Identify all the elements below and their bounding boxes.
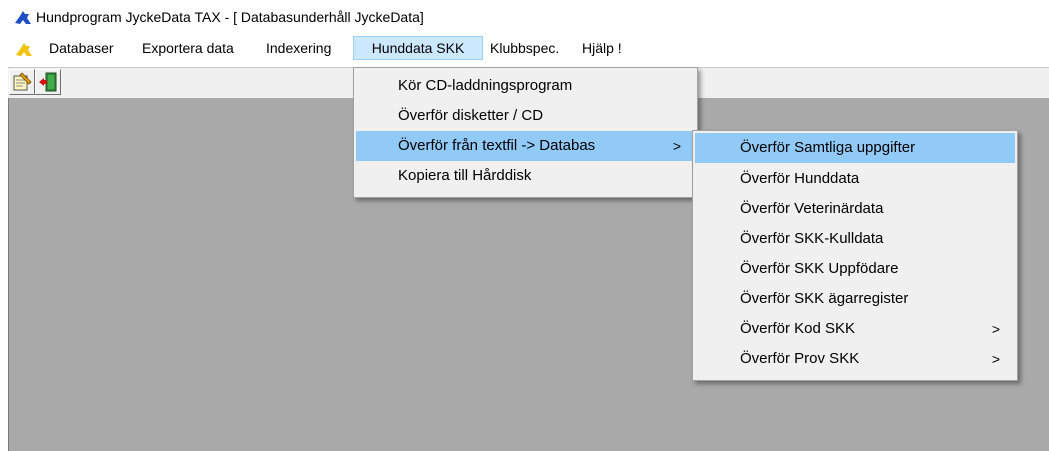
exit-button[interactable] — [35, 69, 61, 95]
menu-item-kor-cd-laddningsprogram[interactable]: Kör CD-laddningsprogram — [356, 71, 695, 101]
submenu-item-label: Överför SKK-Kulldata — [740, 230, 884, 247]
submenu-item-label: Överför Samtliga uppgifter — [740, 139, 916, 156]
yellow-child-window-icon[interactable] — [15, 41, 33, 57]
submenu-arrow-icon: > — [991, 351, 1000, 367]
submenu-item-hunddata[interactable]: Överför Hunddata — [695, 164, 1015, 194]
notepad-pen-icon — [13, 72, 32, 91]
submenu-item-samtliga-uppgifter[interactable]: Överför Samtliga uppgifter — [695, 133, 1015, 163]
submenu-item-label: Överför Kod SKK — [740, 320, 856, 337]
menu-exportera-data[interactable]: Exportera data — [142, 37, 234, 59]
menu-indexering[interactable]: Indexering — [266, 37, 331, 59]
menu-hjalp[interactable]: Hjälp ! — [582, 37, 622, 59]
submenu-item-label: Överför SKK ägarregister — [740, 290, 909, 307]
hunddata-skk-dropdown: Kör CD-laddningsprogram Överför diskette… — [353, 67, 698, 198]
menu-item-overfor-fran-textfil[interactable]: Överför från textfil -> Databas > — [356, 131, 695, 161]
submenu-arrow-icon: > — [991, 321, 1000, 337]
blue-dog-icon — [15, 11, 31, 24]
exit-door-icon — [39, 72, 57, 92]
menu-item-label: Överför disketter / CD — [398, 107, 544, 124]
submenu-item-label: Överför Veterinärdata — [740, 200, 884, 217]
submenu-item-label: Överför SKK Uppfödare — [740, 260, 899, 277]
submenu-item-skk-agarregister[interactable]: Överför SKK ägarregister — [695, 284, 1015, 314]
submenu-item-skk-kulldata[interactable]: Överför SKK-Kulldata — [695, 224, 1015, 254]
menu-item-overfor-disketter-cd[interactable]: Överför disketter / CD — [356, 101, 695, 131]
submenu-arrow-icon: > — [672, 138, 681, 154]
menu-item-kopiera-till-harddisk[interactable]: Kopiera till Hårddisk — [356, 161, 695, 191]
submenu-item-skk-uppfodare[interactable]: Överför SKK Uppfödare — [695, 254, 1015, 284]
menu-klubbspec[interactable]: Klubbspec. — [490, 37, 559, 59]
title-bar: Hundprogram JyckeData TAX - [ Databasund… — [0, 0, 1049, 32]
notepad-button[interactable] — [9, 69, 35, 95]
submenu-item-prov-skk[interactable]: Överför Prov SKK > — [695, 344, 1015, 374]
menu-item-label: Kopiera till Hårddisk — [398, 167, 532, 184]
menu-item-label: Överför från textfil -> Databas — [398, 137, 596, 154]
submenu-item-label: Överför Prov SKK — [740, 350, 860, 367]
menu-item-label: Kör CD-laddningsprogram — [398, 77, 573, 94]
submenu-item-kod-skk[interactable]: Överför Kod SKK > — [695, 314, 1015, 344]
overfor-submenu: Överför Samtliga uppgifter Överför Hundd… — [692, 130, 1018, 381]
menu-hunddata-skk[interactable]: Hunddata SKK — [353, 36, 483, 60]
window-title: Hundprogram JyckeData TAX - [ Databasund… — [36, 9, 424, 25]
submenu-item-label: Överför Hunddata — [740, 170, 860, 187]
menu-databaser[interactable]: Databaser — [49, 37, 114, 59]
submenu-item-veterinardata[interactable]: Överför Veterinärdata — [695, 194, 1015, 224]
